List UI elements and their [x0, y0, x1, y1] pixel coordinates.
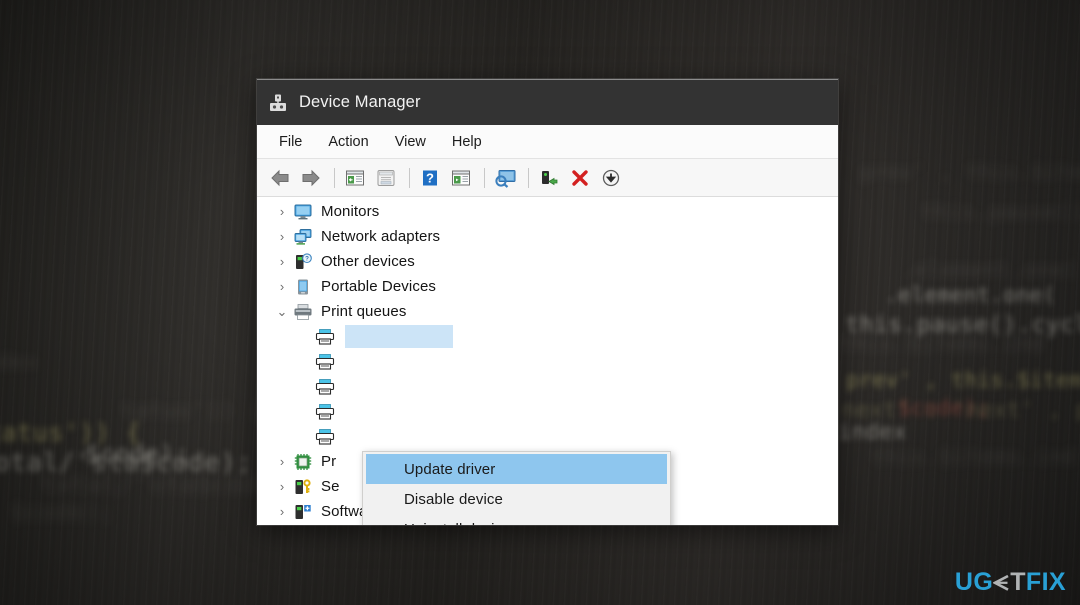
tree-item-label: Portable Devices [321, 278, 436, 295]
window-title-bar: Device Manager [257, 79, 838, 125]
tree-item-label: Se [321, 478, 340, 495]
chevron-right-icon[interactable]: › [271, 280, 293, 293]
other-device-icon: ? [293, 252, 313, 271]
chevron-right-icon[interactable]: › [271, 205, 293, 218]
svg-text:?: ? [426, 170, 434, 185]
menu-bar: File Action View Help [257, 125, 838, 159]
menu-help[interactable]: Help [442, 132, 492, 152]
tree-item-label: Network adapters [321, 228, 441, 245]
toolbar: ? [257, 159, 838, 197]
security-device-icon [293, 478, 313, 496]
update-driver-icon[interactable] [447, 165, 475, 191]
tree-item-processors[interactable]: › Pr [271, 449, 336, 474]
tree-item-other-devices[interactable]: › ? Other devices [271, 249, 415, 274]
menu-view[interactable]: View [385, 132, 436, 152]
monitor-icon [293, 203, 313, 221]
tree-item-network-adapters[interactable]: › Network adapters [271, 224, 440, 249]
context-menu-item-uninstall-device[interactable]: Uninstall device [363, 514, 670, 526]
tree-item-monitors[interactable]: › Monitors [271, 199, 379, 224]
toolbar-separator [484, 167, 485, 188]
device-manager-icon [268, 93, 288, 113]
properties-icon[interactable] [372, 165, 400, 191]
portable-device-icon [293, 278, 313, 296]
svg-text:?: ? [305, 255, 309, 262]
printer-icon [315, 353, 335, 371]
printer-icon [315, 428, 335, 446]
forward-arrow-icon[interactable] [297, 165, 325, 191]
toolbar-separator [528, 167, 529, 188]
window-title: Device Manager [299, 93, 421, 111]
tree-item-security-devices[interactable]: › Se [271, 474, 340, 499]
menu-file[interactable]: File [269, 132, 312, 152]
device-manager-window: Device Manager File Action View Help ? ›… [257, 79, 838, 525]
network-adapter-icon [293, 228, 313, 246]
context-menu-item-update-driver[interactable]: Update driver [366, 454, 667, 484]
disable-device-icon[interactable] [597, 165, 625, 191]
uninstall-device-icon[interactable] [566, 165, 594, 191]
device-tree-pane[interactable]: › Monitors › Network adapters › ? Other … [257, 197, 838, 525]
tree-item-portable-devices[interactable]: › Portable Devices [271, 274, 436, 299]
tree-item-printer[interactable] [271, 324, 453, 349]
watermark-part-one: UG [954, 568, 994, 596]
chevron-down-icon[interactable]: ⌄ [271, 305, 293, 318]
context-menu-item-disable-device[interactable]: Disable device [363, 484, 670, 514]
tree-item-print-queues[interactable]: ⌄ Print queues [271, 299, 407, 324]
tree-item-printer[interactable] [271, 424, 343, 449]
tree-item-label: Pr [321, 453, 337, 470]
toolbar-separator [334, 167, 335, 188]
print-queue-icon [293, 303, 313, 321]
chevron-right-icon[interactable]: › [271, 255, 293, 268]
printer-icon [315, 403, 335, 421]
tree-item-label: Print queues [321, 303, 407, 320]
printer-icon [315, 378, 335, 396]
tree-item-printer[interactable] [271, 349, 343, 374]
screenshot-stage: tatus')) { total/'sta$code); $code); tot… [0, 0, 1080, 605]
toolbar-separator [409, 167, 410, 188]
scan-hardware-changes-icon[interactable] [491, 165, 519, 191]
menu-action[interactable]: Action [318, 132, 378, 152]
watermark-stylized-e-icon [992, 571, 1010, 595]
chevron-right-icon[interactable]: › [271, 230, 293, 243]
tree-item-label: Monitors [321, 203, 380, 220]
watermark-part-three: FIX [1025, 568, 1066, 596]
processor-icon [293, 453, 313, 471]
ugetfix-watermark: UG T FIX [955, 568, 1066, 597]
context-menu[interactable]: Update driver Disable device Uninstall d… [362, 451, 671, 525]
chevron-right-icon[interactable]: › [271, 505, 293, 518]
chevron-right-icon[interactable]: › [271, 480, 293, 493]
software-component-icon [293, 503, 313, 521]
chevron-right-icon[interactable]: › [271, 455, 293, 468]
selection-highlight [345, 325, 453, 348]
show-hide-console-tree-icon[interactable] [341, 165, 369, 191]
help-icon[interactable]: ? [416, 165, 444, 191]
printer-icon [315, 328, 335, 346]
back-arrow-icon[interactable] [266, 165, 294, 191]
watermark-part-two: T [1010, 568, 1026, 596]
tree-item-label: Other devices [321, 253, 415, 270]
tree-item-printer[interactable] [271, 374, 343, 399]
tree-item-printer[interactable] [271, 399, 343, 424]
enable-device-icon[interactable] [535, 165, 563, 191]
